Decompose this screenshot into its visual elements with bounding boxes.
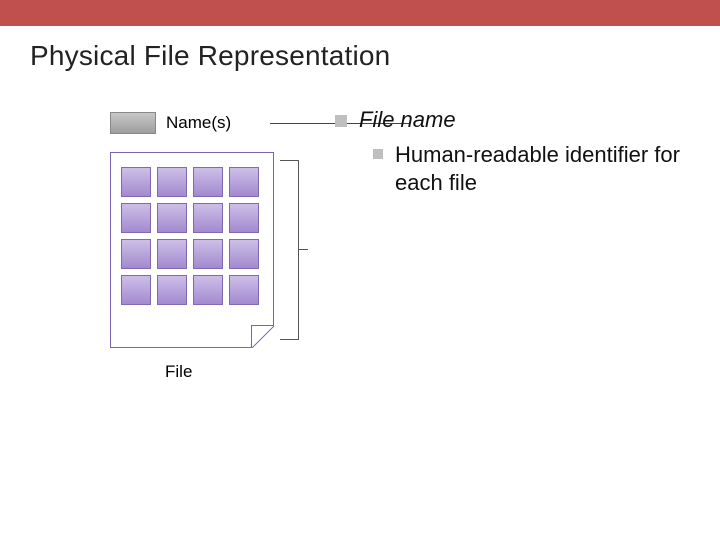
data-block [157, 167, 187, 197]
bullet-level1-text: File name [359, 107, 456, 133]
data-block [157, 239, 187, 269]
data-block [157, 275, 187, 305]
slide-body: Physical File Representation Name(s) [0, 26, 720, 540]
data-block [229, 239, 259, 269]
data-block [193, 203, 223, 233]
slide-title: Physical File Representation [30, 40, 690, 72]
file-diagram: Name(s) [100, 112, 360, 134]
data-block [121, 167, 151, 197]
file-caption: File [165, 362, 192, 382]
bullet-column: File name Human-readable identifier for … [335, 107, 705, 196]
data-block [121, 275, 151, 305]
data-block [121, 239, 151, 269]
data-block [229, 167, 259, 197]
data-block [229, 275, 259, 305]
data-block [193, 275, 223, 305]
data-block [193, 239, 223, 269]
brace-icon [280, 160, 308, 340]
data-block [229, 203, 259, 233]
bullet-square-icon [335, 115, 347, 127]
file-page-icon [110, 152, 274, 348]
bullet-level2: Human-readable identifier for each file [373, 141, 705, 196]
bullet-square-icon [373, 149, 383, 159]
names-label: Name(s) [166, 113, 231, 133]
bullet-level1: File name [335, 107, 705, 133]
block-grid [121, 167, 259, 305]
data-block [193, 167, 223, 197]
bullet-level2-text: Human-readable identifier for each file [395, 141, 705, 196]
content-area: Name(s) [30, 112, 690, 532]
data-block [121, 203, 151, 233]
name-tag-icon [110, 112, 156, 134]
accent-bar [0, 0, 720, 26]
data-block [157, 203, 187, 233]
